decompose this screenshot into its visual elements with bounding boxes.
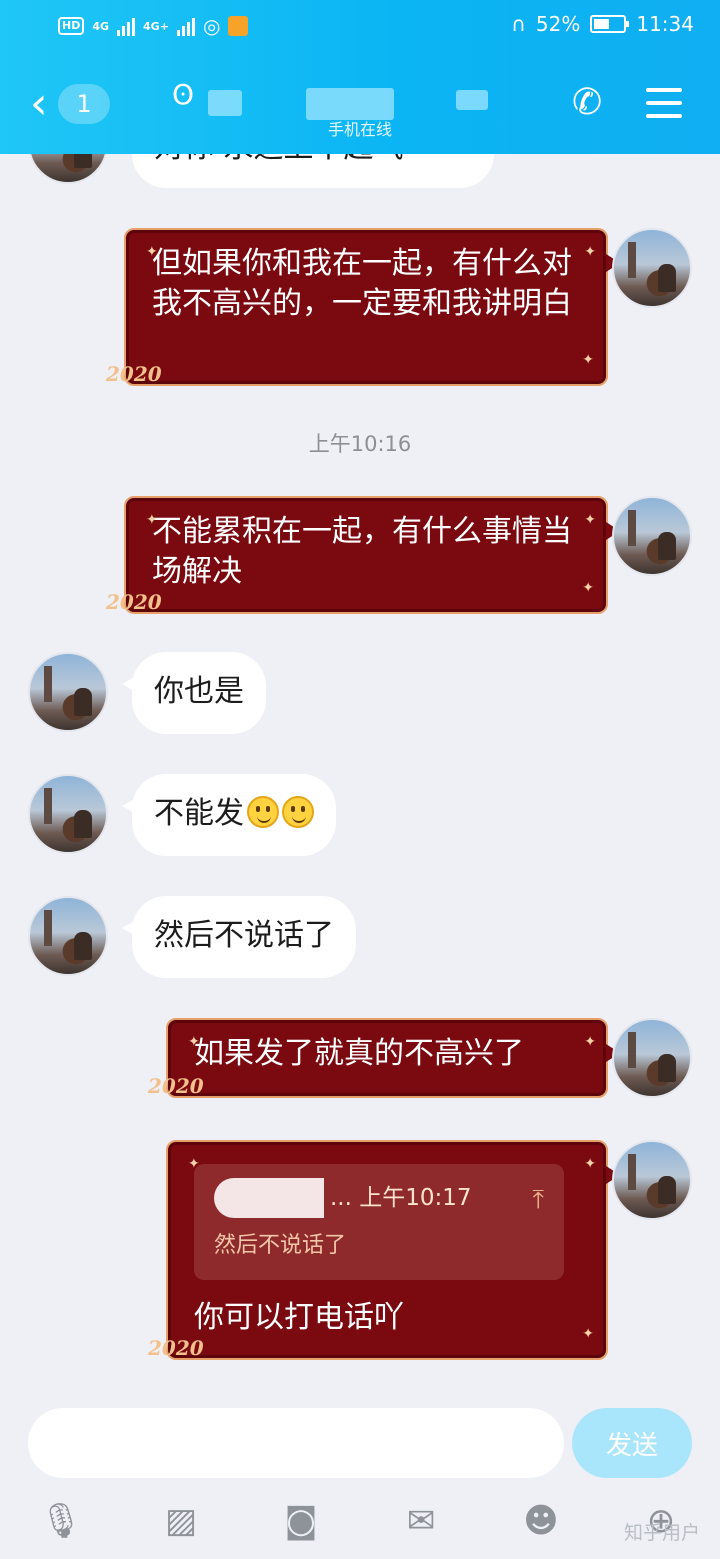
bubble-2020-decoration: 2020 <box>148 1336 204 1360</box>
headphone-icon: ∩ <box>511 12 526 36</box>
message-text: 对你 永远上不起气 <box>154 154 404 165</box>
mic-icon[interactable]: 🎙 <box>36 1496 86 1546</box>
status-left: HD 4G 4G+ ◎ <box>58 14 249 38</box>
quoted-message-header: ... 上午10:17 <box>214 1178 544 1218</box>
battery-percent: 52% <box>535 12 581 36</box>
contact-online-status: 手机在线 <box>327 120 392 139</box>
status-right: ∩ 52% 11:34 <box>511 12 694 36</box>
signal-label-1: 4G <box>92 19 110 33</box>
message-bubble-incoming[interactable]: 你也是 <box>122 652 266 734</box>
menu-icon[interactable] <box>646 88 682 127</box>
status-bar: HD 4G 4G+ ◎ ∩ 52% 11:34 <box>0 0 720 56</box>
message-text: 你也是 <box>154 674 244 709</box>
sparkle-icon: ✦ <box>584 1156 596 1172</box>
message-text: 然后不说话了 <box>154 918 334 953</box>
nav-bar: ‹ 1 ʘ 手机在线 ✆ <box>0 66 720 146</box>
contact-avatar[interactable] <box>28 652 108 732</box>
red-packet-icon[interactable]: ✉ <box>396 1496 446 1546</box>
sparkle-icon: ✦ <box>146 512 158 528</box>
send-button[interactable]: 发送 <box>572 1408 692 1478</box>
clock: 11:34 <box>636 12 694 36</box>
input-toolbar: 🎙 ▨ ◙ ✉ ☻ ⊕ <box>0 1496 720 1552</box>
message-bubble-outgoing-reply[interactable]: ... 上午10:17 然后不说话了 ⤒ 你可以打电话吖 2020 ✦ ✦ ✦ <box>148 1140 620 1360</box>
sparkle-icon: ✦ <box>188 1156 200 1172</box>
bubble-2020-decoration: 2020 <box>106 362 162 386</box>
quoted-message-card[interactable]: ... 上午10:17 然后不说话了 ⤒ <box>194 1164 564 1280</box>
contact-name-redacted <box>456 90 488 110</box>
my-avatar[interactable] <box>612 1018 692 1098</box>
sparkle-icon: ✦ <box>584 512 596 528</box>
my-avatar[interactable] <box>612 496 692 576</box>
input-area: 发送 🎙 ▨ ◙ ✉ ☻ ⊕ 知乎用户 <box>0 1400 720 1559</box>
message-text: 不能发 <box>154 796 244 831</box>
quoted-message-text: 然后不说话了 <box>214 1233 347 1258</box>
sparkle-icon: ✦ <box>582 1326 594 1342</box>
quoted-message-meta: ... 上午10:17 <box>330 1185 472 1211</box>
smile-emoji-icon <box>247 796 279 828</box>
signal-icon-2 <box>176 16 195 36</box>
hotspot-icon: ◎ <box>202 14 221 38</box>
battery-icon <box>590 15 630 33</box>
jump-to-quote-icon[interactable]: ⤒ <box>533 1180 545 1220</box>
message-list[interactable]: 对你 永远上不起气 但如果你和我在一起，有什么对我不高兴的，一定要和我讲明白 2… <box>0 154 720 1400</box>
message-bubble-incoming[interactable]: 不能发 <box>122 774 336 856</box>
hd-icon: HD <box>58 17 85 35</box>
sparkle-icon: ✦ <box>584 1034 596 1050</box>
sparkle-icon: ✦ <box>584 244 596 260</box>
message-bubble-incoming[interactable]: 对你 永远上不起气 <box>132 154 494 188</box>
message-text: 你可以打电话吖 <box>194 1300 404 1335</box>
signal-icon-1 <box>117 16 136 36</box>
smile-emoji-icon <box>282 796 314 828</box>
ear-icon[interactable]: ʘ <box>172 78 194 111</box>
watermark: 知乎用户 <box>623 1522 700 1544</box>
message-timestamp: 上午10:16 <box>308 432 412 456</box>
contact-avatar[interactable] <box>28 774 108 854</box>
contact-avatar[interactable] <box>28 154 108 184</box>
message-bubble-outgoing[interactable]: 不能累积在一起，有什么事情当场解决 2020 ✦ ✦ ✦ <box>106 496 620 614</box>
contact-avatar[interactable] <box>28 896 108 976</box>
bubble-2020-decoration: 2020 <box>106 590 162 614</box>
chat-header: HD 4G 4G+ ◎ ∩ 52% 11:34 ‹ 1 ʘ 手机在线 ✆ <box>0 0 720 154</box>
contact-name-redacted <box>208 90 242 116</box>
image-icon[interactable]: ▨ <box>156 1496 206 1546</box>
phone-call-icon[interactable]: ✆ <box>572 82 602 123</box>
bubble-2020-decoration: 2020 <box>148 1074 204 1098</box>
message-bubble-incoming[interactable]: 然后不说话了 <box>122 896 356 978</box>
message-text: 但如果你和我在一起，有什么对我不高兴的，一定要和我讲明白 <box>152 246 572 321</box>
my-avatar[interactable] <box>612 228 692 308</box>
battery-fill <box>594 19 609 29</box>
signal-label-2: 4G+ <box>143 19 169 33</box>
sparkle-icon: ✦ <box>582 352 594 368</box>
camera-icon[interactable]: ◙ <box>276 1496 326 1546</box>
message-text: 如果发了就真的不高兴了 <box>194 1036 524 1071</box>
message-bubble-outgoing[interactable]: 如果发了就真的不高兴了 2020 ✦ ✦ <box>148 1018 620 1098</box>
sparkle-icon: ✦ <box>582 580 594 596</box>
app-notification-icon <box>228 16 249 36</box>
my-avatar[interactable] <box>612 1140 692 1220</box>
emoji-icon[interactable]: ☻ <box>516 1496 566 1546</box>
message-text: 不能累积在一起，有什么事情当场解决 <box>152 514 572 589</box>
sparkle-icon: ✦ <box>188 1034 200 1050</box>
quoted-sender-redacted <box>214 1178 324 1218</box>
message-input[interactable] <box>28 1408 564 1478</box>
sparkle-icon: ✦ <box>146 244 158 260</box>
message-bubble-outgoing[interactable]: 但如果你和我在一起，有什么对我不高兴的，一定要和我讲明白 2020 ✦ ✦ ✦ <box>106 228 620 386</box>
